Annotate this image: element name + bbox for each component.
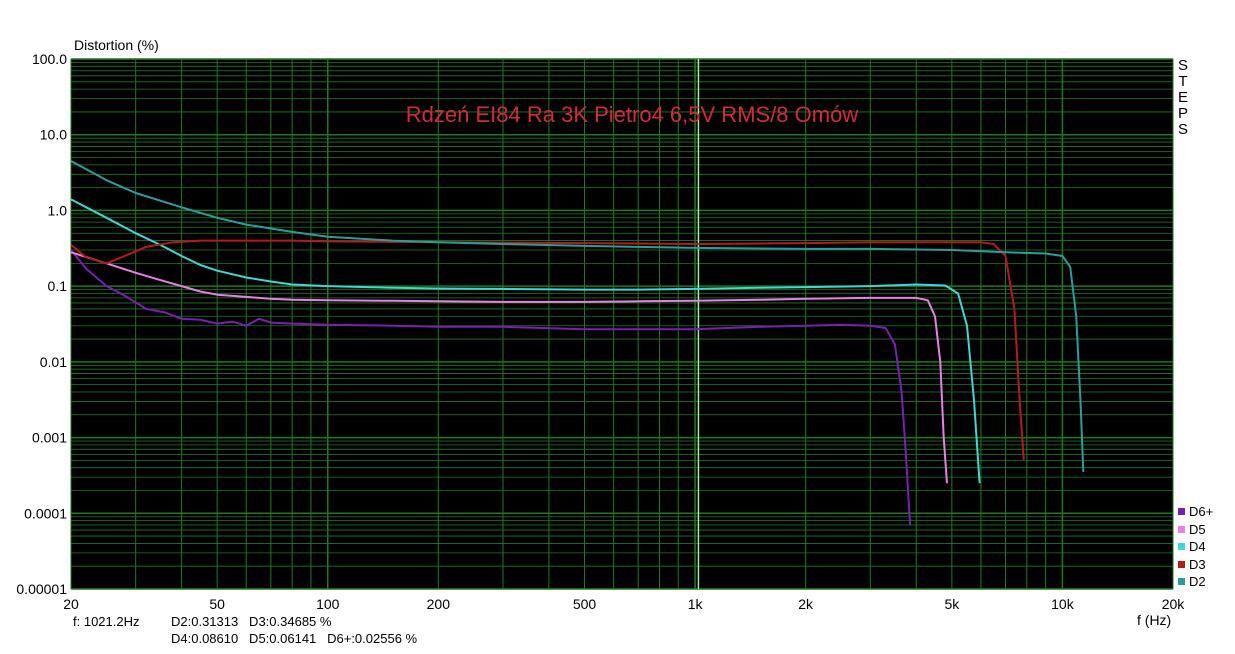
- x-tick-label: 20k: [1162, 596, 1186, 612]
- readout-d4-d5-d6: D4:0.08610 D5:0.06141 D6+:0.02556 %: [171, 631, 418, 646]
- steps-letter: S: [1177, 121, 1188, 138]
- x-tick-label: 100: [316, 596, 340, 612]
- legend: D6+ D5 D4 D3 D2: [1178, 503, 1213, 591]
- steps-letter: T: [1178, 73, 1188, 90]
- readout-frequency: f: 1021.2Hz: [73, 614, 140, 629]
- y-tick-labels: 100.0 10.0 1.0 0.1 0.01 0.001 0.0001 0.00001: [16, 51, 67, 597]
- chart-canvas: 100.0 10.0 1.0 0.1 0.01 0.001 0.0001 0.00001 20…: [16, 51, 1185, 612]
- steps-letter: E: [1177, 89, 1188, 106]
- x-tick-label: 1k: [688, 596, 704, 612]
- y-tick-label: 0.0001: [24, 505, 67, 521]
- y-tick-label: 0.1: [48, 278, 68, 294]
- y-tick-label: 1.0: [48, 202, 68, 218]
- legend-swatch: [1178, 578, 1185, 586]
- steps-letter: P: [1177, 105, 1188, 122]
- legend-label: D4: [1189, 539, 1206, 555]
- legend-swatch: [1178, 525, 1185, 533]
- legend-item[interactable]: D3: [1178, 556, 1213, 574]
- readout-d2-d3: D2:0.31313 D3:0.34685 %: [171, 614, 332, 629]
- y-tick-label: 0.001: [32, 430, 67, 446]
- x-tick-labels: 20 50 100 200 500 1k 2k 5k 10k 20k: [63, 596, 1185, 612]
- legend-item[interactable]: D4: [1178, 538, 1213, 556]
- legend-swatch: [1178, 543, 1185, 551]
- x-tick-label: 2k: [798, 596, 814, 612]
- x-tick-label: 5k: [944, 596, 960, 612]
- chart-title: Rdzeń EI84 Ra 3K Pietro4 6,5V RMS/8 Omów: [406, 102, 859, 127]
- legend-item[interactable]: D5: [1178, 521, 1213, 539]
- legend-label: D3: [1189, 556, 1206, 572]
- legend-item[interactable]: D2: [1178, 573, 1213, 591]
- steps-label: STEPS: [1176, 58, 1190, 138]
- x-tick-label: 200: [427, 596, 451, 612]
- legend-label: D5: [1189, 521, 1206, 537]
- y-tick-label: 0.00001: [16, 581, 67, 597]
- x-tick-label: 500: [573, 596, 597, 612]
- y-tick-label: 0.01: [40, 354, 67, 370]
- legend-swatch: [1178, 560, 1185, 568]
- y-tick-label: 10.0: [40, 127, 67, 143]
- x-axis-label: f (Hz): [1137, 612, 1172, 628]
- legend-swatch: [1178, 508, 1185, 516]
- x-tick-label: 20: [63, 596, 79, 612]
- legend-label: D6+: [1189, 504, 1214, 520]
- legend-label: D2: [1189, 574, 1206, 590]
- steps-letter: S: [1177, 57, 1188, 74]
- legend-item[interactable]: D6+: [1178, 503, 1213, 521]
- y-tick-label: 100.0: [32, 51, 67, 67]
- y-axis-label: Distortion (%): [74, 37, 159, 53]
- x-tick-label: 10k: [1051, 596, 1075, 612]
- x-tick-label: 50: [209, 596, 225, 612]
